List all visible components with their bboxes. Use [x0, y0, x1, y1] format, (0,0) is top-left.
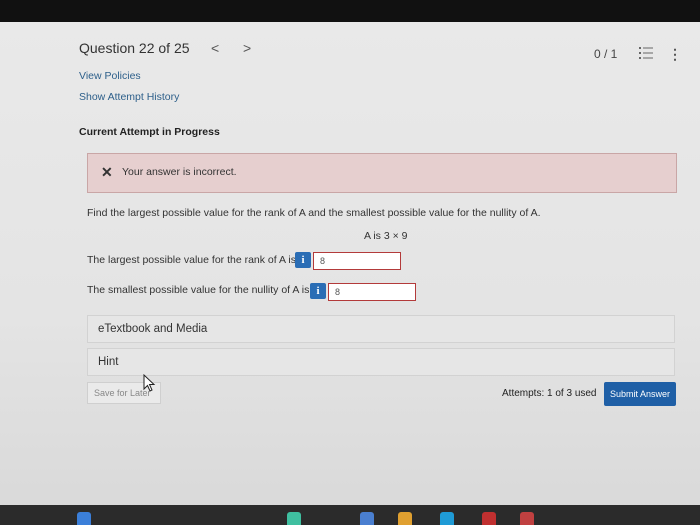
- app-icon[interactable]: [287, 512, 301, 525]
- view-policies-link[interactable]: View Policies: [79, 70, 141, 82]
- question-counter: Question 22 of 25: [79, 40, 190, 56]
- etextbook-media-label: eTextbook and Media: [98, 323, 208, 335]
- close-icon: ✕: [101, 164, 113, 180]
- submit-answer-button[interactable]: Submit Answer: [604, 382, 676, 406]
- mouse-cursor-icon: [143, 374, 156, 392]
- question-prompt: Find the largest possible value for the …: [87, 207, 541, 219]
- app-icon[interactable]: [360, 512, 374, 525]
- hint-label: Hint: [98, 356, 119, 368]
- list-icon[interactable]: [639, 46, 653, 60]
- matrix-dimensions: A is 3 × 9: [364, 230, 408, 242]
- show-attempt-history-link[interactable]: Show Attempt History: [79, 91, 179, 103]
- app-icon[interactable]: [77, 512, 91, 525]
- attempts-counter: Attempts: 1 of 3 used: [502, 388, 597, 399]
- nullity-answer-input[interactable]: 8: [328, 283, 416, 301]
- taskbar: [0, 505, 700, 525]
- more-vertical-icon[interactable]: ⋮: [668, 46, 682, 63]
- app-icon[interactable]: [520, 512, 534, 525]
- nullity-answer-label: The smallest possible value for the null…: [87, 284, 310, 296]
- info-icon[interactable]: i: [310, 283, 326, 299]
- incorrect-answer-alert: ✕ Your answer is incorrect.: [87, 153, 677, 193]
- app-icon[interactable]: [482, 512, 496, 525]
- info-icon[interactable]: i: [295, 252, 311, 268]
- previous-question-button[interactable]: <: [211, 40, 219, 56]
- app-icon[interactable]: [398, 512, 412, 525]
- etextbook-media-section[interactable]: eTextbook and Media: [87, 315, 675, 343]
- rank-answer-input[interactable]: 8: [313, 252, 401, 270]
- app-icon[interactable]: [440, 512, 454, 525]
- rank-answer-label: The largest possible value for the rank …: [87, 254, 296, 266]
- question-score: 0 / 1: [594, 47, 618, 61]
- hint-section[interactable]: Hint: [87, 348, 675, 376]
- feedback-message: Your answer is incorrect.: [122, 166, 237, 178]
- next-question-button[interactable]: >: [243, 40, 251, 56]
- current-attempt-heading: Current Attempt in Progress: [79, 126, 220, 138]
